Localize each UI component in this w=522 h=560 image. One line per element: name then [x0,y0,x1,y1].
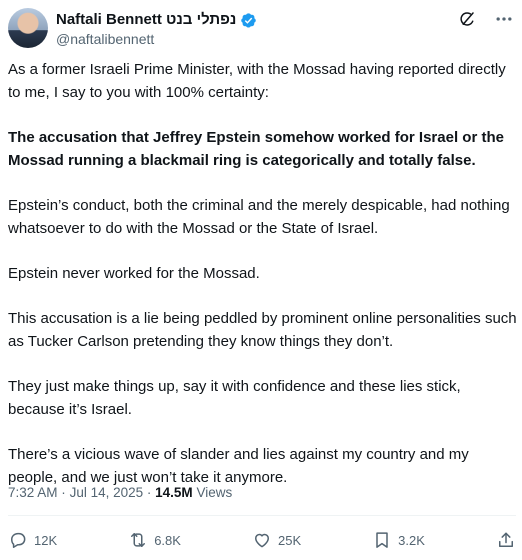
bookmark-button[interactable]: 3.2K [372,530,425,550]
tweet-paragraph: Epstein never worked for the Mossad. [8,265,260,282]
grok-icon[interactable] [458,10,476,28]
views-count: 14.5M [155,485,193,500]
tweet-meta: 7:32 AM · Jul 14, 2025 · 14.5M Views [8,484,232,502]
bookmark-count: 3.2K [398,532,425,548]
bookmark-icon [376,532,388,548]
author-display-name[interactable]: Naftali Bennett נפתלי בנט [56,11,236,29]
share-button[interactable] [496,530,516,550]
avatar[interactable] [8,8,48,48]
tweet-paragraph: As a former Israeli Prime Minister, with… [8,61,506,101]
tweet-time[interactable]: 7:32 AM [8,485,58,500]
repost-icon [131,533,146,547]
tweet: Naftali Bennett נפתלי בנט @naftalibennet… [0,0,522,560]
reply-count: 12K [34,532,58,548]
tweet-header: Naftali Bennett נפתלי בנט @naftalibennet… [8,8,514,48]
share-icon [498,532,513,547]
more-icon[interactable] [494,9,514,29]
tweet-paragraph: They just make things up, say it with co… [8,378,461,418]
meta-separator: · [61,485,66,500]
tweet-paragraph: There’s a vicious wave of slander and li… [8,446,469,486]
reply-icon [11,532,26,548]
repost-count: 6.8K [154,532,181,548]
like-count: 25K [277,532,302,548]
reply-button[interactable]: 12K [8,530,57,550]
tweet-text: As a former Israeli Prime Minister, with… [8,58,518,511]
top-actions [458,8,514,30]
meta-separator: · [146,485,152,500]
verified-badge-icon[interactable] [240,12,257,29]
tweet-paragraph: This accusation is a lie being peddled b… [8,310,517,350]
like-icon [254,533,269,548]
divider [8,515,516,516]
repost-button[interactable]: 6.8K [128,530,181,550]
like-button[interactable]: 25K [252,530,301,550]
tweet-date[interactable]: Jul 14, 2025 [70,485,144,500]
views-label: Views [196,485,233,500]
author-name-row: Naftali Bennett נפתלי בנט [56,11,257,29]
author-handle[interactable]: @naftalibennett [56,30,154,48]
action-bar: 12K 6.8K 25K 3.2K [8,526,516,554]
tweet-paragraph: Epstein’s conduct, both the criminal and… [8,197,510,237]
tweet-paragraph-bold: The accusation that Jeffrey Epstein some… [8,129,504,169]
